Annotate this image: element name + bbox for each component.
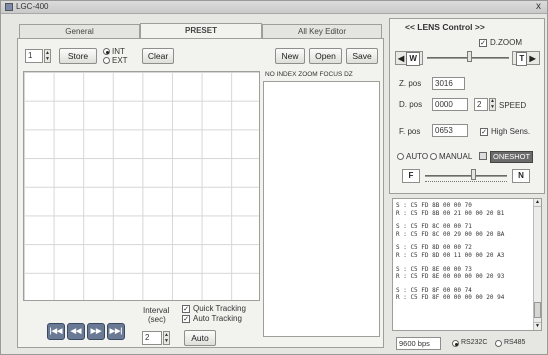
window-title: LGC-400 (16, 2, 49, 11)
auto-radio[interactable] (397, 153, 404, 160)
focus-slider-thumb[interactable] (471, 169, 476, 180)
log-entry: S : C5 FD 8E 00 00 73 R : C5 FD 8E 00 00… (393, 266, 541, 281)
interval-label: Interval (143, 306, 170, 315)
log-scrollbar[interactable]: ▲ ▼ (533, 199, 541, 330)
new-button[interactable]: New (275, 48, 305, 64)
scroll-thumb[interactable] (534, 302, 541, 318)
rewind-button[interactable]: ◀◀ (67, 323, 85, 340)
quick-tracking-label: Quick Tracking (193, 304, 246, 313)
app-icon (5, 3, 13, 11)
speed-spinner[interactable]: ▲ ▼ (489, 98, 496, 111)
tab-general[interactable]: General (19, 24, 140, 38)
focus-far-button[interactable]: F (402, 169, 420, 183)
w-label: W (406, 52, 420, 66)
int-radio[interactable] (103, 48, 110, 55)
ext-label: EXT (112, 56, 128, 65)
scroll-down-icon[interactable]: ▼ (534, 322, 541, 330)
manual-radio[interactable] (430, 153, 437, 160)
dzoom-label: D.ZOOM (490, 38, 522, 47)
zoom-wide-button[interactable]: ◀ W (395, 51, 423, 66)
log-entry: S : C5 FD 8F 00 00 74 R : C5 FD 8F 00 00… (393, 287, 541, 302)
log-entry: S : C5 FD 8B 00 00 70 R : C5 FD 8B 00 21… (393, 202, 541, 217)
log-send-line: S : C5 FD 8E 00 00 73 (396, 265, 472, 273)
open-button[interactable]: Open (309, 48, 342, 64)
zoom-tele-button[interactable]: T ▶ (512, 51, 540, 66)
log-send-line: S : C5 FD 8D 00 00 72 (396, 244, 472, 252)
focus-slider-track[interactable] (425, 175, 507, 177)
preset-index-field[interactable]: 1 (25, 49, 43, 63)
focus-slider-ticks (425, 181, 507, 183)
dpos-label: D. pos (399, 100, 423, 109)
interval-unit-label: (sec) (148, 315, 166, 324)
tab-all-key-editor[interactable]: All Key Editor (262, 24, 382, 38)
log-receive-line: R : C5 FD 8E 00 00 00 00 20 93 (396, 273, 505, 281)
preset-list-header: NO INDEX ZOOM FOCUS DZ (265, 71, 353, 78)
oneshot-button[interactable]: ONESHOT (490, 151, 534, 163)
interval-field[interactable]: 2 (142, 331, 162, 345)
right-arrow-icon: ▶ (529, 54, 536, 63)
auto-tracking-checkbox[interactable]: ✓ (182, 315, 190, 323)
preset-grid[interactable] (23, 71, 260, 301)
interval-spinner[interactable]: ▲ ▼ (163, 331, 170, 345)
save-button[interactable]: Save (346, 48, 378, 64)
t-label: T (516, 52, 528, 66)
auto-button[interactable]: Auto (184, 330, 216, 346)
zpos-field[interactable]: 3016 (432, 77, 465, 90)
int-label: INT (112, 47, 125, 56)
fpos-label: F. pos (399, 127, 421, 136)
zoom-slider-thumb[interactable] (467, 51, 472, 62)
title-bar: LGC-400 x (1, 1, 547, 14)
log-send-line: S : C5 FD 8B 00 00 70 (396, 202, 472, 209)
log-entry: S : C5 FD 8D 00 00 72 R : C5 FD 8D 00 11… (393, 244, 541, 259)
fpos-field[interactable]: 0653 (432, 124, 468, 137)
log-send-line: S : C5 FD 8C 00 00 71 (396, 223, 472, 231)
manual-label: MANUAL (439, 152, 473, 161)
preset-list[interactable] (263, 81, 380, 337)
serial-log[interactable]: S : C5 FD 8B 00 00 70 R : C5 FD 8B 00 21… (392, 198, 542, 331)
baud-rate-field[interactable]: 9600 bps (396, 337, 441, 350)
lens-control-header: << LENS Control >> (405, 22, 485, 32)
high-sens-checkbox[interactable]: ✓ (480, 128, 488, 136)
auto-tracking-label: Auto Tracking (193, 314, 242, 323)
log-entry: S : C5 FD 8C 00 00 71 R : C5 FD 8C 00 29… (393, 223, 541, 238)
left-arrow-icon: ◀ (398, 54, 405, 63)
focus-near-button[interactable]: N (512, 169, 530, 183)
preset-index-spinner[interactable]: ▲ ▼ (44, 49, 51, 63)
application-window: LGC-400 x General PRESET All Key Editor … (0, 0, 548, 355)
log-receive-line: R : C5 FD 8D 00 11 00 00 20 A3 (396, 251, 505, 259)
auto-focus-label: AUTO (406, 152, 429, 161)
store-button[interactable]: Store (59, 48, 97, 64)
rs485-label: RS485 (504, 339, 526, 346)
log-send-line: S : C5 FD 8F 00 00 74 (396, 286, 472, 294)
tab-preset[interactable]: PRESET (140, 23, 262, 38)
first-button[interactable]: |◀◀ (47, 323, 65, 340)
rs232c-radio[interactable] (452, 340, 459, 347)
rs232c-label: RS232C (461, 339, 488, 346)
high-sens-label: High Sens. (491, 127, 531, 136)
log-receive-line: R : C5 FD 8F 00 00 00 00 20 94 (396, 294, 505, 302)
close-icon[interactable]: x (536, 1, 541, 12)
dzoom-checkbox[interactable]: ✓ (479, 39, 487, 47)
ext-radio[interactable] (103, 57, 110, 64)
rs485-radio[interactable] (495, 340, 502, 347)
log-receive-line: R : C5 FD 8B 00 21 00 00 20 B1 (396, 209, 505, 217)
oneshot-checkbox[interactable] (479, 152, 487, 160)
scroll-up-icon[interactable]: ▲ (534, 199, 541, 207)
quick-tracking-checkbox[interactable]: ✓ (182, 305, 190, 313)
last-button[interactable]: ▶▶| (107, 323, 125, 340)
log-receive-line: R : C5 FD 8C 00 29 00 00 20 BA (396, 230, 505, 238)
forward-button[interactable]: ▶▶ (87, 323, 105, 340)
clear-button[interactable]: Clear (142, 48, 174, 64)
speed-label: SPEED (499, 101, 527, 110)
zpos-label: Z. pos (399, 79, 422, 88)
dpos-field[interactable]: 0000 (432, 98, 468, 111)
speed-field[interactable]: 2 (474, 98, 488, 111)
